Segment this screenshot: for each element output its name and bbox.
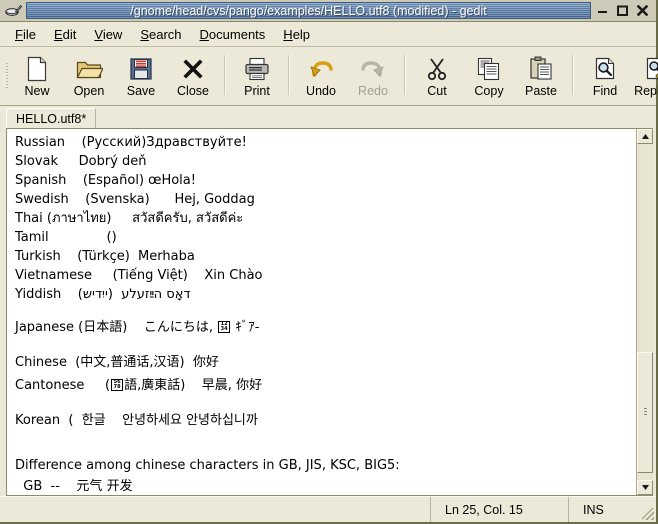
menubar: File Edit View Search Documents Help xyxy=(0,22,656,47)
window-titlebar[interactable]: /gnome/head/cvs/pango/examples/HELLO.utf… xyxy=(0,0,656,22)
text-view[interactable]: Russian (Русский)Здравствуйте! Slovak Do… xyxy=(7,129,636,495)
doc-line-blank-2 xyxy=(15,339,636,351)
doc-line-chinese: Chinese (中文,普通话,汉语) 你好 xyxy=(15,355,219,370)
editor-area: Russian (Русский)Здравствуйте! Slovak Do… xyxy=(6,128,653,496)
doc-line-russian: Russian (Русский)Здравствуйте! xyxy=(15,135,247,150)
statusbar: Ln 25, Col. 15 INS xyxy=(0,496,656,522)
doc-line-japanese-part1: Japanese (日本語) こんにちは, xyxy=(15,320,218,335)
open-folder-icon xyxy=(75,55,103,83)
menu-edit[interactable]: Edit xyxy=(45,25,85,44)
toolbar-new-button[interactable]: New xyxy=(11,47,63,105)
missing-glyph-box-icon: 56 78 xyxy=(111,379,124,391)
window-title: /gnome/head/cvs/pango/examples/HELLO.utf… xyxy=(130,3,487,18)
tab-hello-utf8[interactable]: HELLO.utf8* xyxy=(6,108,97,128)
toolbar-redo-label: Redo xyxy=(358,83,388,98)
toolbar-close-label: Close xyxy=(177,83,209,98)
toolbar: New Open Save Close Print Undo Redo Cut … xyxy=(0,47,658,106)
toolbar-separator-1 xyxy=(224,55,226,95)
doc-line-blank-4 xyxy=(15,432,636,444)
doc-line-swedish: Swedish (Svenska) Hej, Goddag xyxy=(15,192,255,207)
doc-line-vietnamese: Vietnamese (Tiếng Việt) Xin Chào xyxy=(15,268,263,283)
doc-line-diff-heading: Difference among chinese characters in G… xyxy=(15,458,400,473)
doc-line-cantonese: Cantonese (56 78 語,廣東話) 早晨, 你好 xyxy=(15,374,636,397)
floppy-disk-icon xyxy=(128,55,154,83)
toolbar-close-button[interactable]: Close xyxy=(167,47,219,105)
toolbar-redo-button[interactable]: Redo xyxy=(347,47,399,105)
toolbar-replace-button[interactable]: Replace xyxy=(631,47,658,105)
close-button[interactable] xyxy=(637,5,648,16)
resize-grip-icon[interactable] xyxy=(640,497,656,522)
vertical-scrollbar[interactable] xyxy=(636,129,653,495)
doc-line-yiddish: Yiddish (ייִדיש) דאָס הײַזעלע xyxy=(15,287,191,302)
statusbar-insert-mode: INS xyxy=(568,497,640,522)
toolbar-print-button[interactable]: Print xyxy=(231,47,283,105)
undo-arrow-icon xyxy=(308,55,334,83)
doc-line-cantonese-part2: 語,廣東話) 早晨, 你好 xyxy=(124,378,263,393)
toolbar-cut-label: Cut xyxy=(427,83,447,98)
close-x-icon xyxy=(180,55,206,83)
toolbar-save-label: Save xyxy=(126,83,156,98)
toolbar-separator-4 xyxy=(572,55,574,95)
menu-file[interactable]: File xyxy=(6,25,45,44)
printer-icon xyxy=(243,55,271,83)
scroll-down-arrow-icon[interactable] xyxy=(637,480,653,495)
menu-help[interactable]: Help xyxy=(274,25,319,44)
toolbar-cut-button[interactable]: Cut xyxy=(411,47,463,105)
doc-line-gb: GB -- 元气 开发 xyxy=(15,479,133,494)
copy-pages-icon xyxy=(475,55,503,83)
toolbar-open-button[interactable]: Open xyxy=(63,47,115,105)
toolbar-save-button[interactable]: Save xyxy=(115,47,167,105)
titlebar-gradient: /gnome/head/cvs/pango/examples/HELLO.utf… xyxy=(26,2,591,19)
gedit-icon xyxy=(2,1,24,20)
statusbar-cursor-position: Ln 25, Col. 15 xyxy=(430,497,568,522)
doc-line-blank-3 xyxy=(15,397,636,409)
missing-glyph-box-icon: 12 34 xyxy=(218,321,231,333)
toolbar-paste-button[interactable]: Paste xyxy=(515,47,567,105)
toolbar-separator-3 xyxy=(404,55,406,95)
menu-documents[interactable]: Documents xyxy=(191,25,275,44)
scrollbar-track[interactable] xyxy=(637,144,653,480)
doc-line-turkish: Turkish (Türkçe) Merhaba xyxy=(15,249,195,264)
toolbar-paste-label: Paste xyxy=(525,83,557,98)
statusbar-message xyxy=(0,497,430,522)
menu-view[interactable]: View xyxy=(85,25,131,44)
scissors-icon xyxy=(424,55,450,83)
doc-line-japanese: Japanese (日本語) こんにちは, 12 34 ｷﾞｱ- xyxy=(15,316,636,339)
window-controls xyxy=(593,5,656,16)
toolbar-undo-button[interactable]: Undo xyxy=(295,47,347,105)
doc-line-slovak: Slovak Dobrý deň xyxy=(15,154,147,169)
toolbar-print-label: Print xyxy=(244,83,270,98)
document-tabstrip: HELLO.utf8* xyxy=(0,106,656,128)
doc-line-thai: Thai (ภาษาไทย) สวัสดีครับ, สวัสดีค่ะ xyxy=(15,211,244,226)
magnifier-page-icon xyxy=(592,55,618,83)
doc-line-korean: Korean ( 한글 안녕하세요 안녕하십니까 xyxy=(15,413,258,428)
toolbar-copy-button[interactable]: Copy xyxy=(463,47,515,105)
tab-label: HELLO.utf8* xyxy=(16,111,87,126)
toolbar-open-label: Open xyxy=(73,83,105,98)
maximize-button[interactable] xyxy=(617,5,628,16)
doc-line-japanese-part2: ｷﾞｱ- xyxy=(231,320,260,335)
doc-line-tamil: Tamil () xyxy=(15,230,117,245)
toolbar-undo-label: Undo xyxy=(306,83,336,98)
new-document-icon xyxy=(24,55,50,83)
doc-line-blank-5 xyxy=(15,444,636,456)
menu-search[interactable]: Search xyxy=(131,25,190,44)
scrollbar-thumb[interactable] xyxy=(637,352,653,474)
doc-line-blank-1 xyxy=(15,304,636,316)
toolbar-find-label: Find xyxy=(592,83,618,98)
redo-arrow-icon xyxy=(360,55,386,83)
clipboard-icon xyxy=(527,55,555,83)
toolbar-grip[interactable] xyxy=(2,47,11,105)
toolbar-find-button[interactable]: Find xyxy=(579,47,631,105)
replace-pencil-icon xyxy=(643,55,658,83)
minimize-button[interactable] xyxy=(597,5,608,16)
doc-line-spanish: Spanish (Español) œHola! xyxy=(15,173,196,188)
gedit-window: /gnome/head/cvs/pango/examples/HELLO.utf… xyxy=(0,0,658,524)
toolbar-copy-label: Copy xyxy=(474,83,504,98)
scroll-up-arrow-icon[interactable] xyxy=(637,129,653,144)
toolbar-separator-2 xyxy=(288,55,290,95)
toolbar-new-label: New xyxy=(24,83,50,98)
doc-line-cantonese-part1: Cantonese ( xyxy=(15,378,111,393)
toolbar-replace-label: Replace xyxy=(634,83,658,98)
